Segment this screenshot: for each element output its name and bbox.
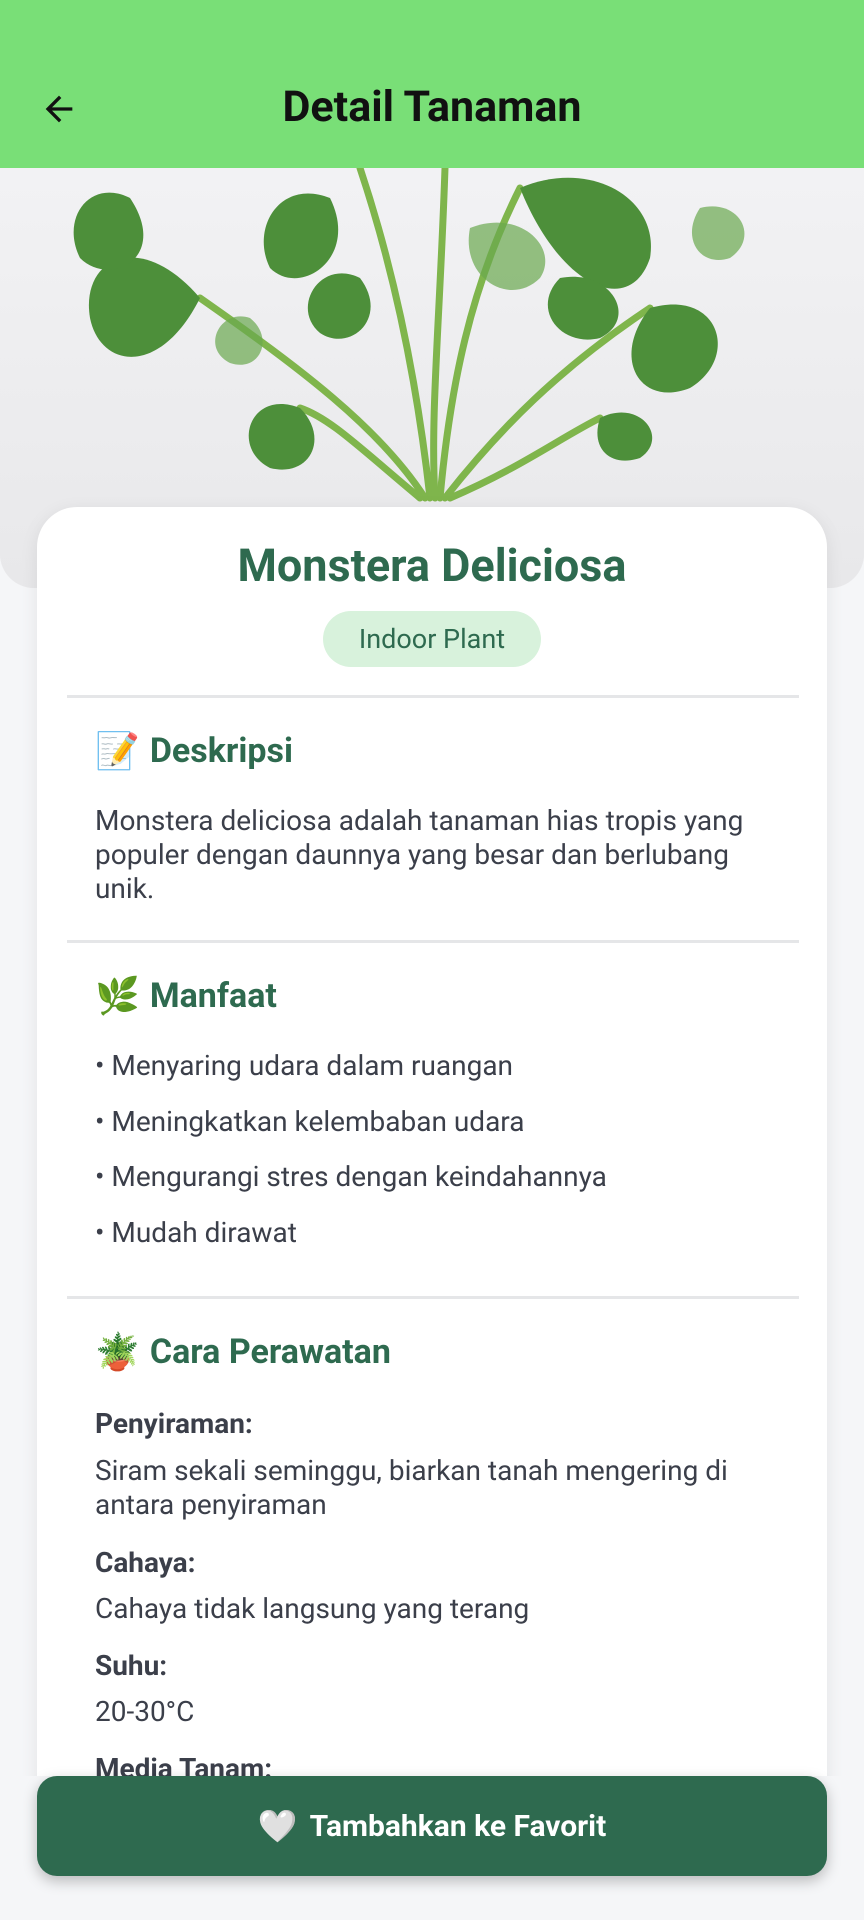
description-text: Monstera deliciosa adalah tanaman hias t…	[95, 804, 744, 905]
plant-detail-screen: Detail Tanaman Monstera Deliciosa Indoor…	[0, 0, 864, 1920]
benefits-title-label: Manfaat	[149, 976, 277, 1016]
care-value-light: Cahaya tidak langsung yang terang	[95, 1592, 530, 1625]
care-title-label: Cara Perawatan	[149, 1332, 391, 1372]
herb-icon: 🌿	[95, 975, 140, 1017]
heart-icon: 🤍	[257, 1807, 298, 1845]
page-title: Detail Tanaman	[282, 82, 582, 132]
benefit-item: • Mudah dirawat	[95, 1216, 297, 1249]
description-section-title: 📝 Deskripsi	[95, 730, 293, 772]
care-value-watering: Siram sekali seminggu, biarkan tanah men…	[95, 1454, 728, 1521]
add-to-favorite-button[interactable]: 🤍 Tambahkan ke Favorit	[37, 1776, 827, 1876]
plant-detail-card: Monstera Deliciosa Indoor Plant 📝 Deskri…	[37, 507, 827, 1920]
potted-plant-icon: 🪴	[95, 1331, 140, 1373]
plant-name: Monstera Deliciosa	[237, 539, 627, 592]
benefit-item: • Mengurangi stres dengan keindahannya	[95, 1160, 607, 1193]
favorite-button-label: Tambahkan ke Favorit	[309, 1808, 607, 1844]
benefits-section-title: 🌿 Manfaat	[95, 975, 277, 1017]
top-app-bar: Detail Tanaman	[0, 0, 864, 168]
benefit-item: • Menyaring udara dalam ruangan	[95, 1049, 514, 1082]
care-section-title: 🪴 Cara Perawatan	[95, 1331, 391, 1373]
description-title-label: Deskripsi	[149, 731, 293, 771]
benefit-item: • Meningkatkan kelembaban udara	[95, 1105, 525, 1138]
divider	[67, 940, 799, 943]
memo-icon: 📝	[95, 730, 140, 772]
care-label-watering: Penyiraman:	[95, 1407, 253, 1440]
divider	[67, 1296, 799, 1299]
category-chip: Indoor Plant	[323, 611, 541, 667]
care-value-temperature: 20-30°C	[95, 1695, 195, 1728]
divider	[67, 695, 799, 698]
care-label-temperature: Suhu:	[95, 1649, 168, 1682]
care-label-light: Cahaya:	[95, 1546, 196, 1579]
